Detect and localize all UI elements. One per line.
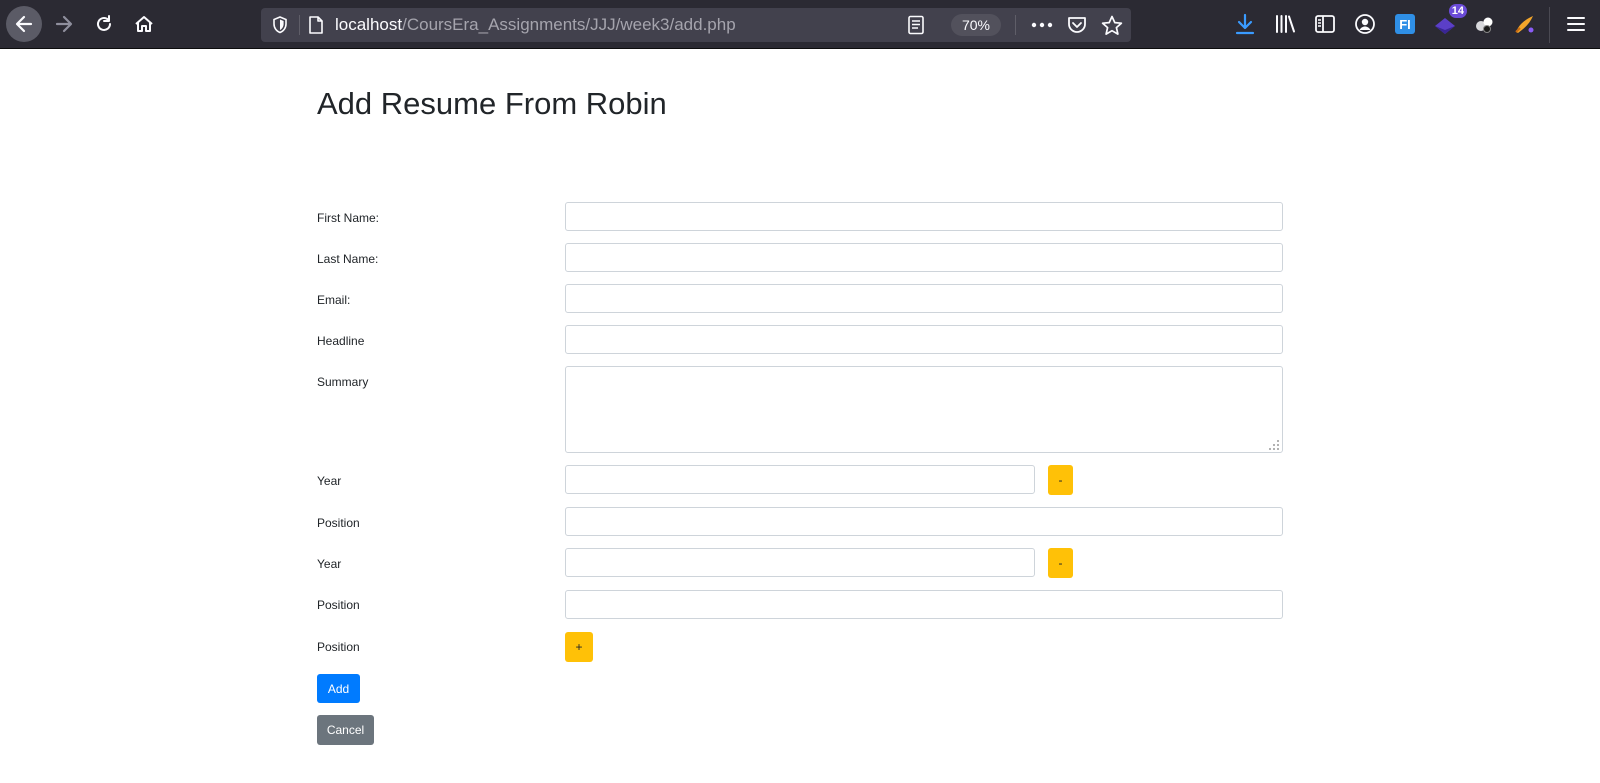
page-title: Add Resume From Robin: [317, 86, 667, 121]
remove-position-button[interactable]: -: [1048, 548, 1073, 578]
pocket-icon[interactable]: [1065, 8, 1089, 42]
extension-paint-icon[interactable]: [1511, 10, 1539, 38]
browser-toolbar: localhost/CoursEra_Assignments/JJJ/week3…: [0, 0, 1600, 49]
sidebar-toggle-icon[interactable]: [1311, 10, 1339, 38]
extension-purple-icon[interactable]: 14: [1431, 4, 1467, 38]
position-input[interactable]: [565, 590, 1283, 619]
last-name-input[interactable]: [565, 243, 1283, 272]
downloads-icon[interactable]: [1231, 10, 1259, 38]
page-info-icon[interactable]: [305, 8, 327, 42]
add-button[interactable]: Add: [317, 674, 360, 703]
year-label: Year: [317, 474, 342, 488]
add-position-label: Position: [317, 640, 360, 654]
email-input[interactable]: [565, 284, 1283, 313]
position-label: Position: [317, 598, 360, 612]
extension-badge: 14: [1448, 4, 1467, 18]
remove-position-button[interactable]: -: [1048, 465, 1073, 495]
tracking-protection-shield-icon[interactable]: [269, 8, 291, 42]
home-button[interactable]: [126, 6, 162, 42]
year-label: Year: [317, 557, 342, 571]
position-label: Position: [317, 516, 360, 530]
position-input[interactable]: [565, 507, 1283, 536]
bookmark-star-icon[interactable]: [1100, 8, 1124, 42]
resize-grip-icon[interactable]: [1268, 439, 1280, 451]
reader-view-icon[interactable]: [905, 8, 927, 42]
url-path: /CoursEra_Assignments/JJJ/week3/add.php: [402, 15, 736, 34]
extension-fi-label: FI: [1399, 17, 1411, 32]
summary-textarea[interactable]: [565, 366, 1283, 453]
extension-fi-icon[interactable]: FI: [1391, 10, 1419, 38]
reload-button[interactable]: [86, 6, 122, 42]
first-name-label: First Name:: [317, 211, 380, 225]
add-position-button[interactable]: +: [565, 632, 593, 662]
home-icon: [135, 16, 153, 32]
address-separator-2: [1015, 15, 1016, 35]
first-name-input[interactable]: [565, 202, 1283, 231]
zoom-level-button[interactable]: 70%: [951, 14, 1001, 36]
reload-icon: [97, 15, 111, 31]
back-button[interactable]: [6, 6, 42, 42]
year-input[interactable]: [565, 548, 1035, 577]
back-arrow-icon: [15, 15, 33, 33]
last-name-label: Last Name:: [317, 252, 379, 266]
headline-input[interactable]: [565, 325, 1283, 354]
extension-spheres-icon[interactable]: [1471, 10, 1499, 38]
library-icon[interactable]: [1271, 10, 1299, 38]
hamburger-menu-icon[interactable]: [1562, 10, 1590, 38]
forward-button[interactable]: [46, 6, 82, 42]
address-separator: [299, 15, 300, 35]
address-bar[interactable]: localhost/CoursEra_Assignments/JJJ/week3…: [261, 8, 1131, 42]
summary-label: Summary: [317, 375, 369, 389]
url-host: localhost: [335, 15, 403, 34]
headline-label: Headline: [317, 334, 365, 348]
email-label: Email:: [317, 293, 351, 307]
page-actions-more-icon[interactable]: [1029, 8, 1055, 42]
forward-arrow-icon: [55, 15, 73, 33]
year-input[interactable]: [565, 465, 1035, 494]
account-icon[interactable]: [1351, 10, 1379, 38]
toolbar-separator: [1549, 7, 1550, 43]
cancel-button[interactable]: Cancel: [317, 715, 374, 745]
url-text[interactable]: localhost/CoursEra_Assignments/JJJ/week3…: [335, 8, 736, 42]
